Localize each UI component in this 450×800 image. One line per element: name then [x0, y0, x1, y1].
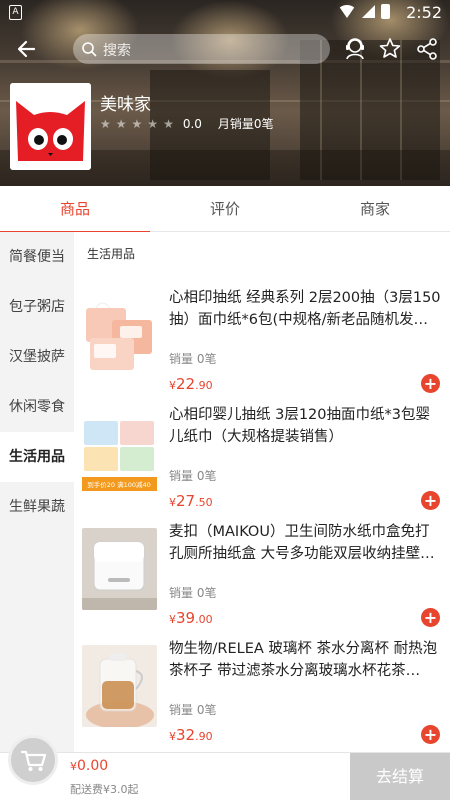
cart-total: ¥0.00: [70, 758, 108, 774]
price-integer: 39: [176, 609, 196, 627]
battery-icon: [381, 4, 390, 19]
tab-reviews[interactable]: 评价: [150, 186, 300, 232]
price-integer: 27: [176, 492, 196, 510]
customer-service-icon: [346, 38, 364, 60]
tissue-box-image: [82, 528, 157, 610]
delivery-fee: 配送费¥3.0起: [70, 783, 139, 796]
shop-logo: [10, 83, 91, 170]
tissue-pack-image: [82, 294, 157, 376]
product-price: ¥22.90: [169, 375, 213, 393]
product-title: 心相印婴儿抽纸 3层120抽面巾纸*3包婴儿纸巾（大规格提装销售）: [169, 407, 430, 445]
product-item[interactable]: 麦扣（MAIKOU）卫生间防水纸巾盒免打孔厕所抽纸盒 大号多功能双层收纳挂壁… …: [74, 518, 450, 635]
product-item[interactable]: 心相印抽纸 经典系列 2层200抽（3层150抽）面巾纸*6包(中规格/新老品随…: [74, 284, 450, 401]
product-title: 麦扣（MAIKOU）卫生间防水纸巾盒免打孔厕所抽纸盒 大号多功能双层收纳挂壁…: [169, 524, 435, 562]
currency-symbol: ¥: [169, 730, 176, 743]
checkout-button[interactable]: 去结算: [350, 753, 450, 800]
product-image: [82, 645, 157, 727]
category-title: 生活用品: [87, 247, 136, 261]
back-button[interactable]: [12, 34, 42, 64]
top-bar: 搜索: [0, 26, 450, 72]
price-decimal: .90: [195, 730, 213, 743]
rating-star-icon: ★: [163, 116, 174, 131]
tab-products[interactable]: 商品: [0, 186, 150, 233]
add-to-cart-button[interactable]: +: [421, 374, 440, 393]
product-sales: 销量 0笔: [169, 703, 217, 717]
status-bar: A 2:52: [0, 0, 450, 26]
product-sales: 销量 0笔: [169, 586, 217, 600]
add-to-cart-button[interactable]: +: [421, 491, 440, 510]
price-decimal: .50: [195, 496, 213, 509]
product-price: ¥39.00: [169, 609, 213, 627]
shop-name: 美味家: [100, 95, 151, 115]
tab-bar: 商品 评价 商家: [0, 186, 450, 233]
product-price: ¥27.50: [169, 492, 213, 510]
product-title: 心相印抽纸 经典系列 2层200抽（3层150抽）面巾纸*6包(中规格/新老品随…: [169, 290, 441, 328]
product-sales: 销量 0笔: [169, 352, 217, 366]
cart-icon: [20, 750, 47, 771]
search-input[interactable]: 搜索: [73, 34, 330, 64]
arrow-left-icon: [17, 40, 36, 58]
sidebar-item-daily-goods[interactable]: 生活用品: [0, 432, 74, 482]
cart-bar: ¥0.00 配送费¥3.0起 去结算: [0, 735, 450, 800]
product-list: 生活用品 心相印抽纸 经典系列 2层200抽（3层150抽）面巾纸*6包(中规格…: [74, 232, 450, 752]
product-image: [82, 528, 157, 610]
currency-symbol: ¥: [169, 379, 176, 392]
product-sales: 销量 0笔: [169, 469, 217, 483]
price-integer: 22: [176, 375, 196, 393]
favorite-button[interactable]: [376, 35, 404, 63]
product-image: [82, 294, 157, 376]
promo-tag: 到手价20 满100减40: [87, 480, 151, 489]
rating-star-icon: ★: [131, 116, 143, 131]
sidebar-item-burger-pizza[interactable]: 汉堡披萨: [0, 332, 74, 382]
price-decimal: .90: [195, 379, 213, 392]
tab-merchant[interactable]: 商家: [300, 186, 450, 232]
star-icon: [379, 38, 401, 58]
add-to-cart-button[interactable]: +: [421, 608, 440, 627]
product-title: 物生物/RELEA 玻璃杯 茶水分离杯 耐热泡茶杯子 带过滤茶水分离玻璃水杯花茶…: [169, 641, 438, 679]
sidebar-item-buns-porridge[interactable]: 包子粥店: [0, 282, 74, 332]
search-placeholder: 搜索: [103, 43, 131, 59]
add-to-cart-button[interactable]: +: [421, 725, 440, 744]
share-icon: [417, 38, 437, 60]
shop-stats: ★ ★ ★ ★ ★ 0.0 月销量0笔: [100, 115, 274, 132]
signal-icon: [362, 5, 375, 18]
category-sidebar: 简餐便当 包子粥店 汉堡披萨 休闲零食 生活用品 生鲜果蔬: [0, 232, 74, 752]
price-decimal: .00: [195, 613, 213, 626]
cart-total-value: 0.00: [77, 758, 109, 774]
status-time: 2:52: [406, 3, 442, 22]
notification-icon: A: [9, 5, 22, 20]
baby-tissue-image: 到手价20 满100减40: [82, 411, 157, 493]
product-image: 到手价20 满100减40: [82, 411, 157, 493]
sidebar-item-fresh-produce[interactable]: 生鲜果蔬: [0, 482, 74, 532]
sidebar-item-snacks[interactable]: 休闲零食: [0, 382, 74, 432]
share-button[interactable]: [413, 35, 441, 63]
price-integer: 32: [176, 726, 196, 744]
shop-monthly-sales: 月销量0笔: [217, 117, 274, 131]
rating-star-icon: ★: [100, 116, 111, 131]
wifi-icon: [338, 5, 356, 18]
red-cat-logo-icon: [10, 83, 91, 170]
sidebar-item-simple-meals[interactable]: 简餐便当: [0, 232, 74, 282]
cart-button[interactable]: [8, 735, 58, 785]
customer-service-button[interactable]: [341, 35, 369, 63]
product-item[interactable]: 到手价20 满100减40 心相印婴儿抽纸 3层120抽面巾纸*3包婴儿纸巾（大…: [74, 401, 450, 518]
currency-symbol: ¥: [169, 613, 176, 626]
search-icon: [82, 42, 97, 57]
rating-star-icon: ★: [147, 116, 159, 131]
product-item[interactable]: 物生物/RELEA 玻璃杯 茶水分离杯 耐热泡茶杯子 带过滤茶水分离玻璃水杯花茶…: [74, 635, 450, 752]
currency-symbol: ¥: [70, 760, 77, 773]
rating-star-icon: ★: [115, 116, 127, 131]
glass-cup-image: [82, 645, 157, 727]
product-price: ¥32.90: [169, 726, 213, 744]
shop-rating: 0.0: [182, 116, 202, 131]
currency-symbol: ¥: [169, 496, 176, 509]
